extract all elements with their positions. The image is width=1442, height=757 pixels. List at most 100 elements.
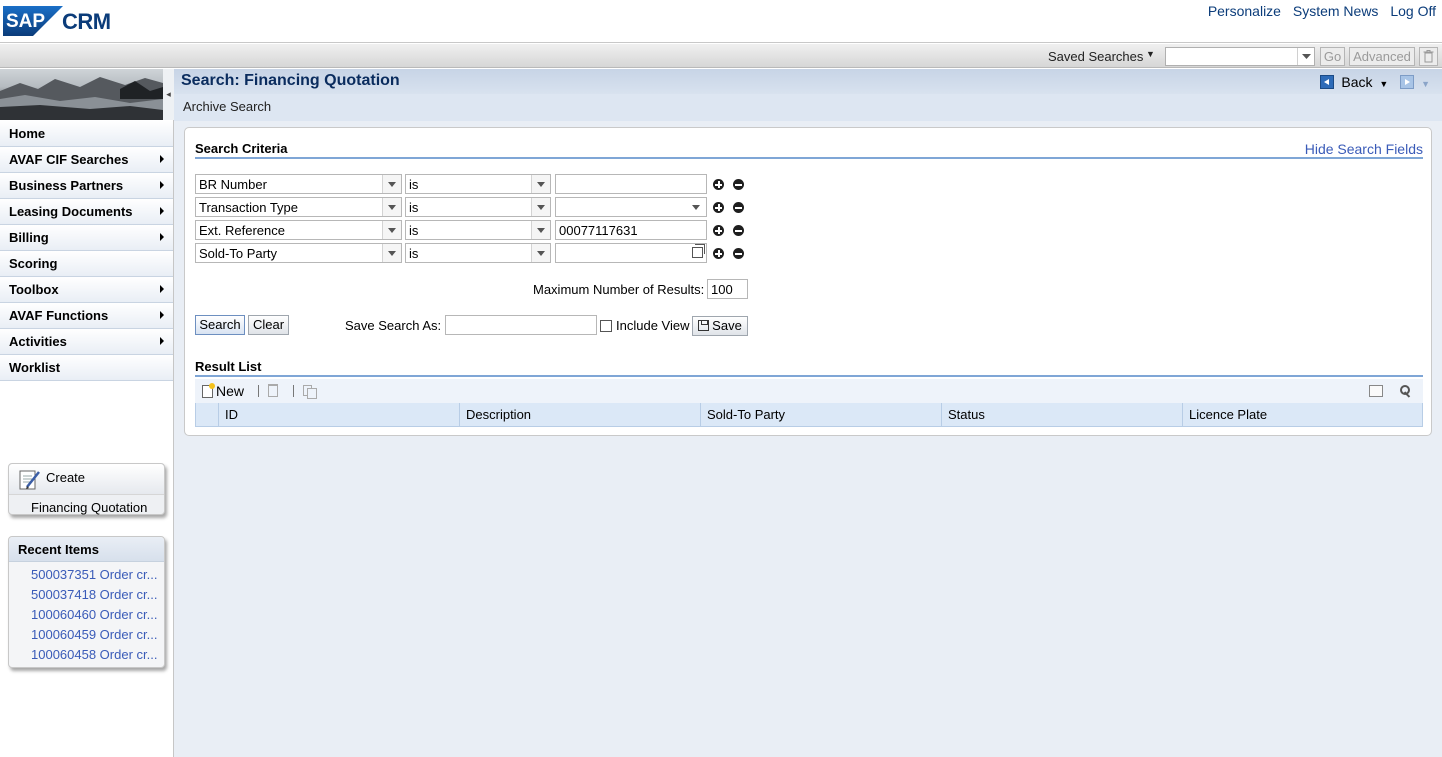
column-header-licence-plate[interactable]: Licence Plate [1182,403,1423,426]
remove-row-icon[interactable] [733,225,744,236]
max-results-input[interactable]: 100 [707,279,748,299]
search-button[interactable]: Search [195,315,245,335]
create-financing-quotation-link[interactable]: Financing Quotation [31,500,147,515]
criteria-field-select[interactable]: Transaction Type [195,197,402,217]
floppy-disk-icon [698,320,710,331]
criteria-field-select[interactable]: Sold-To Party [195,243,402,263]
clear-button[interactable]: Clear [248,315,289,335]
nav-item-billing[interactable]: Billing [0,225,173,251]
result-list-header: Result List [195,359,1423,377]
dropdown-arrow-icon[interactable] [531,198,550,216]
criteria-value-input[interactable]: 00077117631 [555,220,707,240]
nav-item-business-partners[interactable]: Business Partners [0,173,173,199]
recent-item[interactable]: 500037351 Order cr... [31,565,164,585]
criteria-operator-value: is [409,223,419,238]
nav-item-avaf-cif-searches[interactable]: AVAF CIF Searches [0,147,173,173]
criteria-value: 00077117631 [559,223,638,238]
chevron-right-icon [160,285,164,293]
delete-saved-search-button[interactable] [1419,47,1438,66]
recent-item[interactable]: 100060459 Order cr... [31,625,164,645]
add-row-icon[interactable] [713,248,724,259]
recent-item[interactable]: 100060458 Order cr... [31,645,164,665]
new-button[interactable]: New [202,383,244,399]
column-header-status[interactable]: Status [941,403,1182,426]
caret-down-icon[interactable]: ▼ [1146,49,1155,59]
criteria-field-select[interactable]: BR Number [195,174,402,194]
new-button-label: New [216,383,245,399]
print-icon[interactable] [1369,385,1383,397]
saved-searches-menu[interactable]: Saved Searches [1048,49,1143,64]
criteria-row: Sold-To Party is [195,243,755,263]
recent-items-list: 500037351 Order cr... 500037418 Order cr… [9,562,164,665]
dropdown-arrow-icon[interactable] [531,221,550,239]
saved-searches-select[interactable] [1165,47,1315,66]
nav-item-toolbox[interactable]: Toolbox [0,277,173,303]
system-news-link[interactable]: System News [1293,3,1379,19]
criteria-field-select[interactable]: Ext. Reference [195,220,402,240]
collapse-nav-icon[interactable]: ◂ [163,69,174,120]
window-caret-icon[interactable]: ▼ [1421,79,1430,89]
criteria-value-input[interactable] [555,174,707,194]
remove-row-icon[interactable] [733,248,744,259]
back-history-caret-icon[interactable]: ▼ [1379,79,1388,89]
dropdown-arrow-icon[interactable] [687,198,706,216]
back-button[interactable]: Back [1341,74,1372,90]
remove-row-icon[interactable] [733,202,744,213]
add-row-icon[interactable] [713,179,724,190]
nav-item-leasing-documents[interactable]: Leasing Documents [0,199,173,225]
column-header-sold-to-party[interactable]: Sold-To Party [700,403,941,426]
recent-item[interactable]: 100060460 Order cr... [31,605,164,625]
value-help-icon[interactable] [692,244,705,258]
nav-item-label: Scoring [9,256,58,271]
dropdown-arrow-icon[interactable] [382,221,401,239]
log-off-link[interactable]: Log Off [1390,3,1436,19]
hide-search-fields-link[interactable]: Hide Search Fields [1305,141,1423,157]
column-header-id[interactable]: ID [218,403,459,426]
copy-icon[interactable] [303,385,317,399]
dropdown-arrow-icon[interactable] [1297,48,1314,65]
advanced-button[interactable]: Advanced [1349,47,1415,66]
new-window-icon[interactable] [1400,75,1415,89]
personalize-wrench-icon[interactable] [1399,385,1411,397]
nav-item-scoring[interactable]: Scoring [0,251,173,277]
add-row-icon[interactable] [713,225,724,236]
create-label: Create [46,470,86,485]
column-header-description[interactable]: Description [459,403,700,426]
criteria-operator-select[interactable]: is [405,197,551,217]
criteria-operator-select[interactable]: is [405,243,551,263]
dropdown-arrow-icon[interactable] [382,244,401,262]
criteria-value-input[interactable] [555,243,707,263]
result-list-title: Result List [195,359,262,374]
add-row-icon[interactable] [713,202,724,213]
chevron-right-icon [160,311,164,319]
save-button[interactable]: Save [692,316,748,336]
criteria-operator-select[interactable]: is [405,174,551,194]
recent-item[interactable]: 500037418 Order cr... [31,585,164,605]
nav-item-home[interactable]: Home [0,121,173,147]
criteria-operator-select[interactable]: is [405,220,551,240]
sub-title-bar: Archive Search [174,94,1442,121]
nav-item-label: Activities [9,334,67,349]
remove-row-icon[interactable] [733,179,744,190]
nav-item-label: Worklist [9,360,61,375]
include-view-checkbox[interactable] [600,320,612,332]
criteria-value-select[interactable] [555,197,707,217]
create-panel-header[interactable]: Create [9,464,164,495]
dropdown-arrow-icon[interactable] [382,175,401,193]
nav-item-avaf-functions[interactable]: AVAF Functions [0,303,173,329]
delete-icon[interactable] [268,384,278,397]
criteria-field-value: Sold-To Party [199,246,278,261]
dropdown-arrow-icon[interactable] [382,198,401,216]
personalize-link[interactable]: Personalize [1208,3,1281,19]
nav-item-activities[interactable]: Activities [0,329,173,355]
dropdown-arrow-icon[interactable] [531,244,550,262]
nav-item-worklist[interactable]: Worklist [0,355,173,381]
chevron-right-icon [160,233,164,241]
create-panel: Create Financing Quotation [8,463,165,515]
chevron-right-icon [160,337,164,345]
dropdown-arrow-icon[interactable] [531,175,550,193]
criteria-field-value: Transaction Type [199,200,298,215]
go-button[interactable]: Go [1320,47,1345,66]
back-arrow-icon[interactable] [1320,75,1335,89]
save-search-input[interactable] [445,315,597,335]
